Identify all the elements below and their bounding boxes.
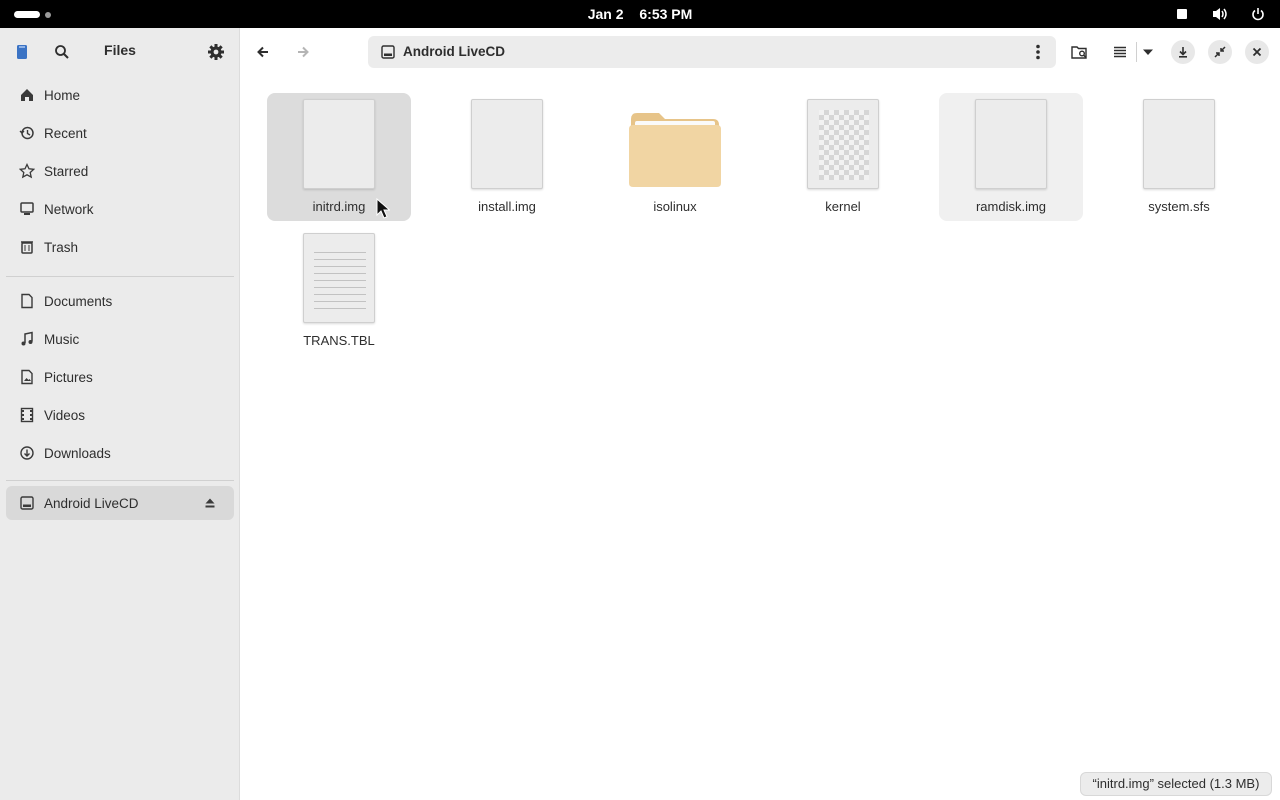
volume-icon[interactable] (1210, 4, 1230, 24)
binary-file-icon (807, 99, 879, 189)
file-item-isolinux[interactable]: isolinux (603, 93, 747, 221)
more-options-icon[interactable] (1030, 42, 1046, 62)
document-icon (18, 292, 36, 310)
sidebar-item-videos[interactable]: Videos (6, 398, 234, 432)
close-window-button[interactable] (1245, 40, 1269, 64)
clock-time: 6:53 PM (639, 6, 693, 22)
sidebar-item-label: Network (44, 201, 94, 217)
sidebar-item-recent[interactable]: Recent (6, 116, 234, 150)
gear-icon[interactable] (204, 40, 228, 64)
file-icon (471, 99, 543, 189)
music-icon (18, 330, 36, 348)
file-icon (1143, 99, 1215, 189)
sidebar: Files Home Recent Starred Network Trash (0, 28, 240, 800)
selection-status: “initrd.img” selected (1.3 MB) (1080, 772, 1272, 796)
network-icon (18, 200, 36, 218)
trash-icon (18, 238, 36, 256)
pictures-icon (18, 368, 36, 386)
sidebar-item-label: Trash (44, 239, 79, 255)
file-name: isolinux (653, 199, 697, 214)
file-name: ramdisk.img (975, 199, 1047, 214)
back-button[interactable] (251, 40, 275, 64)
sidebar-item-home[interactable]: Home (6, 78, 234, 112)
download-icon (18, 444, 36, 462)
sidebar-item-pictures[interactable]: Pictures (6, 360, 234, 394)
arrow-right-icon (298, 46, 309, 58)
sidebar-divider (6, 480, 234, 481)
list-view-icon (1114, 46, 1126, 58)
sidebar-divider (6, 276, 234, 277)
file-item-kernel[interactable]: kernel (771, 93, 915, 221)
sidebar-item-downloads[interactable]: Downloads (6, 436, 234, 470)
clock-icon (18, 124, 36, 142)
file-icon (975, 99, 1047, 189)
forward-button[interactable] (291, 40, 315, 64)
file-item-install[interactable]: install.img (435, 93, 579, 221)
arrow-left-icon (257, 46, 268, 58)
file-icon (303, 99, 375, 189)
home-icon (18, 86, 36, 104)
clock[interactable]: Jan 2 6:53 PM (0, 6, 1280, 22)
view-options-button[interactable] (1136, 40, 1160, 64)
sidebar-item-label: Android LiveCD (44, 495, 139, 511)
restore-window-button[interactable] (1208, 40, 1232, 64)
close-icon (1252, 47, 1262, 57)
sidebar-item-label: Downloads (44, 445, 111, 461)
folder-icon (629, 111, 721, 189)
file-name: TRANS.TBL (303, 333, 375, 348)
sidebar-header: Files (0, 28, 240, 74)
sidebar-item-label: Music (44, 331, 80, 347)
mouse-pointer-icon (376, 197, 391, 220)
sidebar-item-starred[interactable]: Starred (6, 154, 234, 188)
sidebar-item-trash[interactable]: Trash (6, 230, 234, 264)
download-arrow-icon (1179, 47, 1187, 58)
text-file-icon (303, 233, 375, 323)
power-icon[interactable] (1248, 4, 1268, 24)
file-item-system[interactable]: system.sfs (1107, 93, 1251, 221)
sidebar-item-documents[interactable]: Documents (6, 284, 234, 318)
sidebar-item-network[interactable]: Network (6, 192, 234, 226)
clock-date: Jan 2 (587, 6, 624, 22)
file-name: install.img (478, 199, 536, 214)
sidebar-item-label: Pictures (44, 369, 93, 385)
star-icon (18, 162, 36, 180)
top-bar: Jan 2 6:53 PM (0, 0, 1280, 28)
restore-icon (1214, 46, 1226, 58)
file-item-trans-tbl[interactable]: TRANS.TBL (267, 227, 411, 355)
chevron-down-icon (1143, 49, 1153, 55)
file-name: system.sfs (1148, 199, 1210, 214)
operations-button[interactable] (1171, 40, 1195, 64)
sidebar-item-label: Videos (44, 407, 86, 423)
sidebar-item-label: Documents (44, 293, 113, 309)
sidebar-item-label: Starred (44, 163, 89, 179)
sidebar-item-android-livecd[interactable]: Android LiveCD (6, 486, 234, 520)
folder-search-icon (1071, 46, 1087, 59)
sidebar-item-music[interactable]: Music (6, 322, 234, 356)
sidebar-item-label: Home (44, 87, 81, 103)
search-folder-button[interactable] (1068, 40, 1092, 64)
drive-icon (18, 494, 36, 512)
eject-icon[interactable] (202, 495, 218, 511)
file-name: kernel (825, 199, 861, 214)
screen-recording-icon[interactable] (1172, 4, 1192, 24)
file-item-ramdisk[interactable]: ramdisk.img (939, 93, 1083, 221)
video-icon (18, 406, 36, 424)
drive-icon (380, 44, 396, 60)
location-label: Android LiveCD (403, 44, 506, 59)
location-bar[interactable]: Android LiveCD (368, 36, 1056, 68)
view-list-button[interactable] (1108, 40, 1132, 64)
sidebar-item-label: Recent (44, 125, 87, 141)
